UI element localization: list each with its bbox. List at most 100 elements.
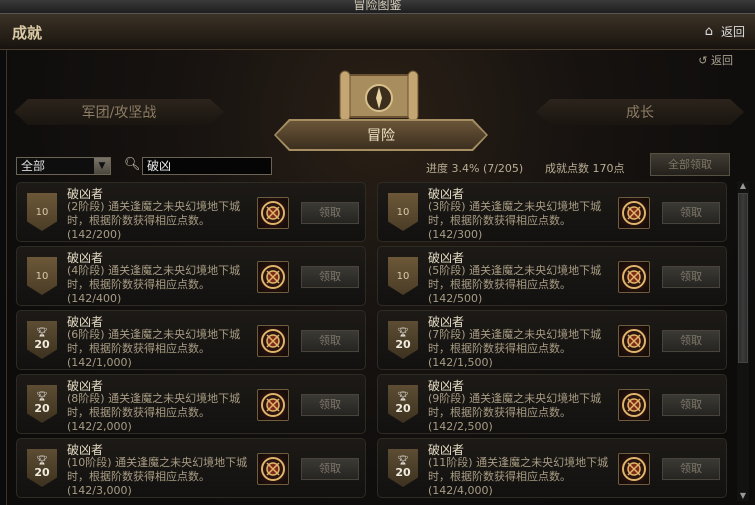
back-button[interactable]: 返回: [721, 23, 745, 40]
achievement-desc: (10阶段) 通关逢魔之未央幻境地下城时，根据阶数获得相应点数。: [67, 456, 248, 483]
return-arrow-icon: ↺: [698, 54, 708, 67]
achievement-progress: (142/200): [67, 228, 122, 241]
achievement-desc: (11阶段) 通关逢魔之未央幻境地下城时，根据阶数获得相应点数。: [428, 456, 609, 483]
panel-back-label: 返回: [711, 54, 733, 67]
points-badge: 10: [27, 193, 57, 231]
badge-points: 20: [34, 402, 50, 415]
achievement-card: 🏆︎ 20 破凶者 (9阶段) 通关逢魔之未央幻境地下城时，根据阶数获得相应点数。 (1…: [377, 374, 727, 434]
panel-back-button[interactable]: ↺ 返回: [698, 52, 733, 68]
window-title: 冒险图鉴: [353, 0, 402, 12]
points-badge: 10: [27, 257, 57, 295]
claim-button[interactable]: 领取: [301, 458, 359, 480]
achievement-points: 成就点数 170点: [545, 162, 625, 175]
achievement-card: 10 破凶者 (3阶段) 通关逢魔之未央幻境地下城时，根据阶数获得相应点数。 (142…: [377, 182, 727, 242]
points-badge: 10: [388, 257, 418, 295]
trophy-icon: 🏆︎: [397, 456, 409, 466]
points-badge: 🏆︎ 20: [388, 385, 418, 423]
points-badge: 10: [388, 193, 418, 231]
badge-points: 20: [34, 466, 50, 479]
reward-emblem-icon[interactable]: [257, 453, 289, 485]
reward-emblem-icon[interactable]: [618, 389, 650, 421]
claim-button[interactable]: 领取: [662, 330, 720, 352]
claim-button[interactable]: 领取: [301, 330, 359, 352]
filter-dropdown[interactable]: 全部 ▼: [16, 157, 111, 175]
achievement-progress: (142/3,000): [67, 484, 132, 497]
achievement-desc: (5阶段) 通关逢魔之未央幻境地下城时，根据阶数获得相应点数。: [428, 264, 602, 291]
achievement-desc: (6阶段) 通关逢魔之未央幻境地下城时，根据阶数获得相应点数。: [67, 328, 241, 355]
achievement-card: 🏆︎ 20 破凶者 (6阶段) 通关逢魔之未央幻境地下城时，根据阶数获得相应点数。 (1…: [16, 310, 366, 370]
filter-value: 全部: [21, 159, 46, 173]
claim-all-button[interactable]: 全部领取: [650, 153, 730, 176]
achievement-card: 🏆︎ 20 破凶者 (7阶段) 通关逢魔之未央幻境地下城时，根据阶数获得相应点数。 (1…: [377, 310, 727, 370]
header-bar: 成就 ⌂ 返回: [0, 14, 755, 50]
search-input[interactable]: 破凶: [142, 157, 272, 175]
claim-button[interactable]: 领取: [301, 394, 359, 416]
points-badge: 🏆︎ 20: [388, 321, 418, 359]
tab-legion-siege[interactable]: 军团/攻坚战: [14, 99, 224, 125]
achievement-desc: (9阶段) 通关逢魔之未央幻境地下城时，根据阶数获得相应点数。: [428, 392, 602, 419]
achievement-progress: (142/500): [428, 292, 483, 305]
claim-button[interactable]: 领取: [301, 266, 359, 288]
badge-points: 20: [395, 466, 411, 479]
achievement-desc: (3阶段) 通关逢魔之未央幻境地下城时，根据阶数获得相应点数。: [428, 200, 602, 227]
badge-points: 10: [35, 270, 49, 282]
achievement-desc: (7阶段) 通关逢魔之未央幻境地下城时，根据阶数获得相应点数。: [428, 328, 602, 355]
achievement-card: 🏆︎ 20 破凶者 (8阶段) 通关逢魔之未央幻境地下城时，根据阶数获得相应点数。 (1…: [16, 374, 366, 434]
achievement-progress: (142/2,000): [67, 420, 132, 433]
achievement-card: 🏆︎ 20 破凶者 (10阶段) 通关逢魔之未央幻境地下城时，根据阶数获得相应点数。(…: [16, 438, 366, 498]
window-titlebar: 冒险图鉴: [0, 0, 755, 14]
achievement-desc: (8阶段) 通关逢魔之未央幻境地下城时，根据阶数获得相应点数。: [67, 392, 241, 419]
points-badge: 🏆︎ 20: [388, 449, 418, 487]
home-icon[interactable]: ⌂: [705, 24, 713, 39]
scroll-thumb[interactable]: [738, 193, 748, 363]
achievement-card: 🏆︎ 20 破凶者 (11阶段) 通关逢魔之未央幻境地下城时，根据阶数获得相应点数。(…: [377, 438, 727, 498]
claim-button[interactable]: 领取: [662, 202, 720, 224]
achievement-desc: (4阶段) 通关逢魔之未央幻境地下城时，根据阶数获得相应点数。: [67, 264, 241, 291]
scrollbar[interactable]: ▲ ▼: [737, 181, 749, 501]
reward-emblem-icon[interactable]: [618, 261, 650, 293]
points-badge: 🏆︎ 20: [27, 449, 57, 487]
claim-button[interactable]: 领取: [301, 202, 359, 224]
achievement-progress: (142/4,000): [428, 484, 493, 497]
page-title: 成就: [12, 24, 43, 42]
claim-button[interactable]: 领取: [662, 266, 720, 288]
points-badge: 🏆︎ 20: [27, 385, 57, 423]
achievement-desc: (2阶段) 通关逢魔之未央幻境地下城时，根据阶数获得相应点数。: [67, 200, 241, 227]
tab-growth[interactable]: 成长: [536, 99, 744, 125]
badge-points: 20: [395, 338, 411, 351]
reward-emblem-icon[interactable]: [618, 325, 650, 357]
reward-emblem-icon[interactable]: [618, 197, 650, 229]
trophy-icon: 🏆︎: [36, 392, 48, 402]
achievement-progress: (142/400): [67, 292, 122, 305]
achievement-card: 10 破凶者 (2阶段) 通关逢魔之未央幻境地下城时，根据阶数获得相应点数。 (142…: [16, 182, 366, 242]
progress-text: 进度 3.4% (7/205): [426, 162, 524, 175]
achievement-progress: (142/1,500): [428, 356, 493, 369]
tab-adventure[interactable]: 冒险: [276, 121, 486, 149]
achievement-progress: (142/1,000): [67, 356, 132, 369]
scroll-compass-icon: [339, 70, 419, 122]
badge-points: 20: [34, 338, 50, 351]
trophy-icon: 🏆︎: [397, 392, 409, 402]
reward-emblem-icon[interactable]: [257, 389, 289, 421]
search-icon: 🔍︎: [124, 157, 141, 172]
badge-points: 20: [395, 402, 411, 415]
badge-points: 10: [396, 270, 410, 282]
achievement-progress: (142/300): [428, 228, 483, 241]
scroll-down-icon[interactable]: ▼: [738, 491, 748, 501]
scroll-up-icon[interactable]: ▲: [738, 181, 748, 191]
reward-emblem-icon[interactable]: [257, 261, 289, 293]
reward-emblem-icon[interactable]: [257, 325, 289, 357]
chevron-down-icon[interactable]: ▼: [94, 158, 110, 174]
trophy-icon: 🏆︎: [36, 456, 48, 466]
reward-emblem-icon[interactable]: [618, 453, 650, 485]
badge-points: 10: [35, 206, 49, 218]
claim-button[interactable]: 领取: [662, 394, 720, 416]
badge-points: 10: [396, 206, 410, 218]
points-badge: 🏆︎ 20: [27, 321, 57, 359]
achievement-card: 10 破凶者 (5阶段) 通关逢魔之未央幻境地下城时，根据阶数获得相应点数。 (142…: [377, 246, 727, 306]
trophy-icon: 🏆︎: [397, 328, 409, 338]
reward-emblem-icon[interactable]: [257, 197, 289, 229]
trophy-icon: 🏆︎: [36, 328, 48, 338]
claim-button[interactable]: 领取: [662, 458, 720, 480]
achievement-card: 10 破凶者 (4阶段) 通关逢魔之未央幻境地下城时，根据阶数获得相应点数。 (142…: [16, 246, 366, 306]
